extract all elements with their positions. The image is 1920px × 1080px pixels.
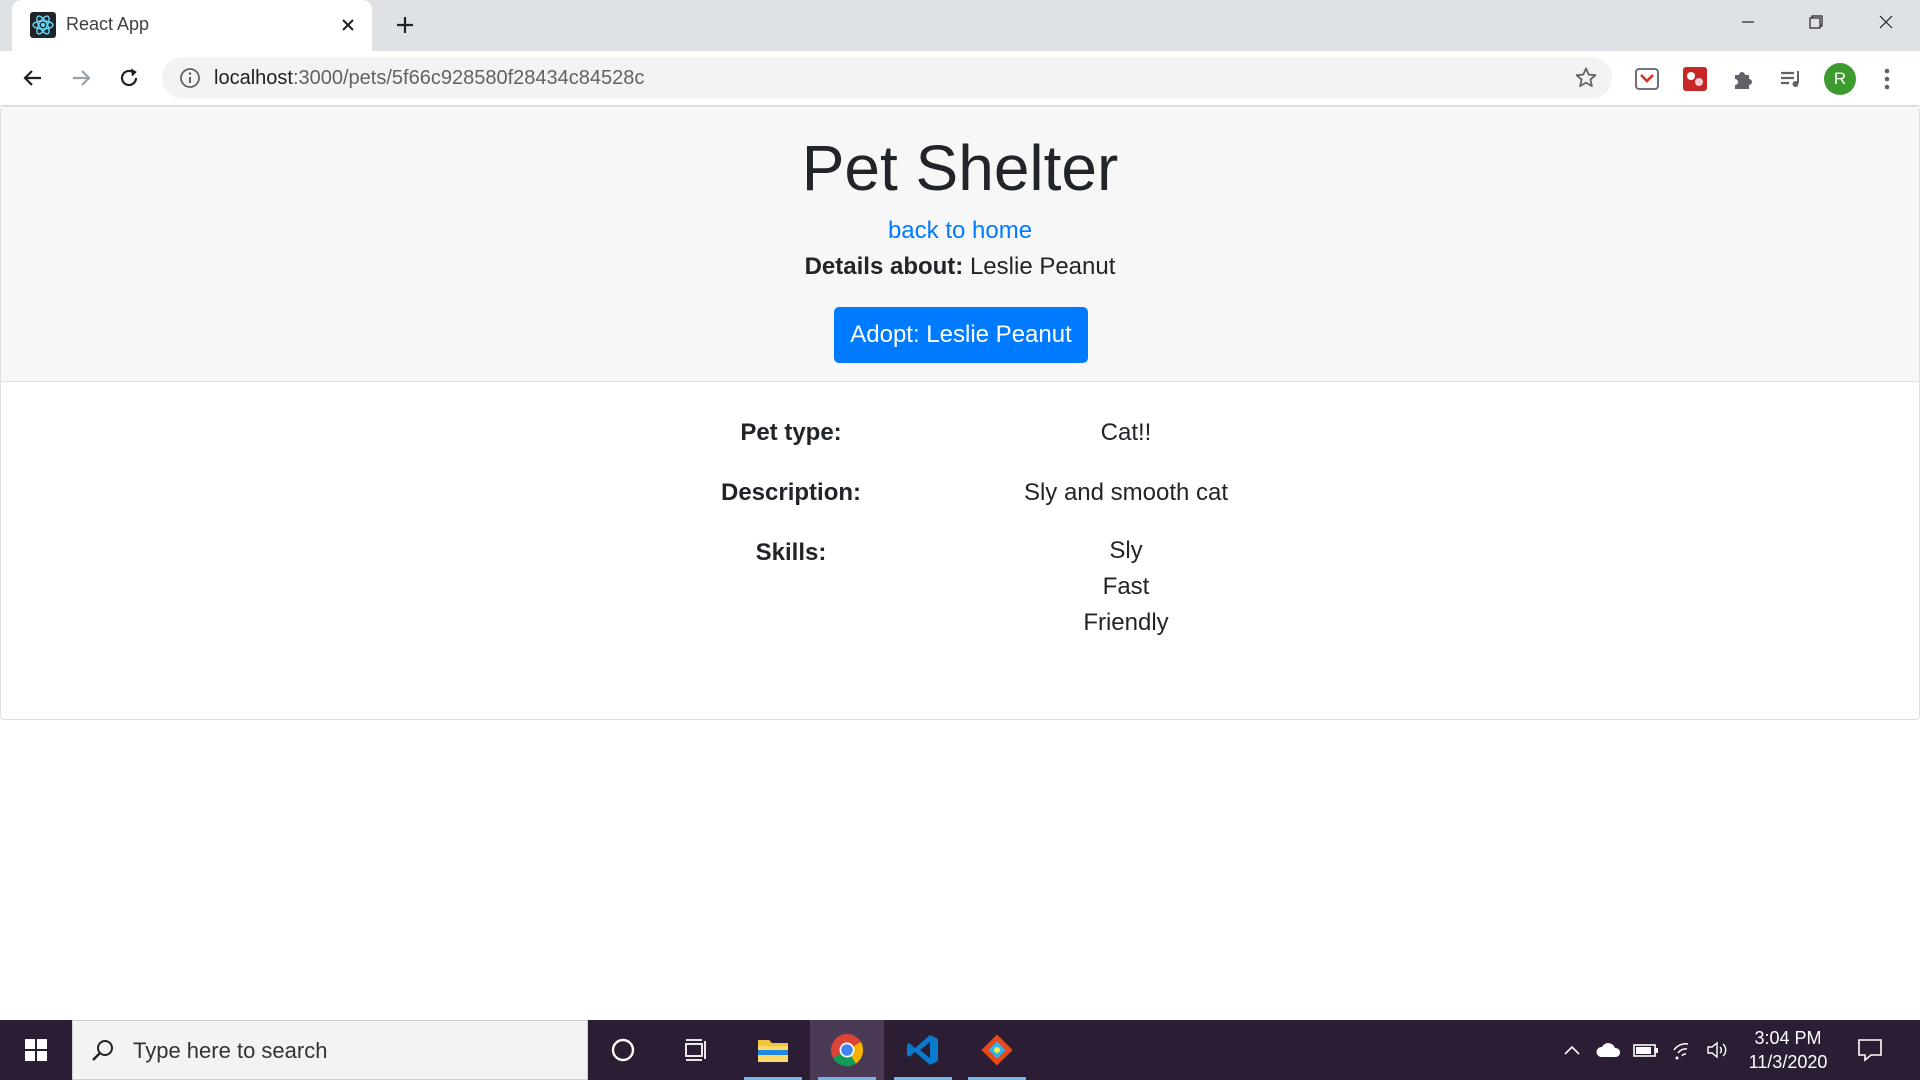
clock-time: 3:04 PM <box>1754 1028 1822 1048</box>
tab-strip: React App <box>0 0 1920 51</box>
list-item: Fast <box>1102 573 1150 600</box>
chrome-icon[interactable] <box>810 1020 884 1080</box>
description-label: Description: <box>720 479 861 506</box>
details-label: Details about: <box>804 253 964 280</box>
pocket-icon[interactable] <box>1632 64 1662 94</box>
restore-icon[interactable] <box>1782 0 1850 44</box>
browser-toolbar: localhost:3000/pets/5f66c928580f28434c84… <box>0 51 1920 106</box>
address-bar[interactable]: localhost:3000/pets/5f66c928580f28434c84… <box>162 57 1612 99</box>
info-icon[interactable] <box>178 66 202 90</box>
browser-tab[interactable]: React App <box>12 0 372 51</box>
task-view-icon[interactable] <box>660 1020 734 1080</box>
plus-icon[interactable] <box>390 10 420 40</box>
url-text[interactable]: localhost:3000/pets/5f66c928580f28434c84… <box>214 67 644 90</box>
notification-icon[interactable] <box>1856 1036 1884 1064</box>
forward-icon[interactable] <box>62 59 100 97</box>
list-item: Sly <box>1109 537 1143 564</box>
windows-icon[interactable] <box>0 1020 72 1080</box>
pet-type-label: Pet type: <box>740 419 842 446</box>
extension-icon[interactable] <box>1680 64 1710 94</box>
list-item: Friendly <box>1083 609 1169 636</box>
star-icon[interactable] <box>1574 66 1598 90</box>
onedrive-icon[interactable] <box>1594 1036 1622 1064</box>
skills-label: Skills: <box>755 539 827 566</box>
reload-icon[interactable] <box>110 59 148 97</box>
search-placeholder: Type here to search <box>133 1038 328 1063</box>
clock-date: 11/3/2020 <box>1748 1052 1828 1072</box>
media-icon[interactable] <box>1776 64 1806 94</box>
system-clock[interactable]: 3:04 PM 11/3/2020 <box>1728 1026 1848 1074</box>
tab-title: React App <box>66 14 150 34</box>
description-value: Sly and smooth cat <box>1023 479 1229 506</box>
battery-icon[interactable] <box>1632 1036 1660 1064</box>
page-title: Pet Shelter <box>801 132 1119 204</box>
minimize-icon[interactable] <box>1714 0 1782 44</box>
wifi-icon[interactable] <box>1670 1036 1698 1064</box>
card-header: Pet Shelter back to home Details about: … <box>1 107 1919 382</box>
close-icon[interactable] <box>334 11 362 39</box>
pet-type-value: Cat!! <box>1100 419 1152 446</box>
url-host: localhost <box>214 67 293 89</box>
page-viewport: Pet Shelter back to home Details about: … <box>0 106 1920 1020</box>
pet-name: Leslie Peanut <box>969 253 1116 280</box>
react-icon <box>30 12 56 38</box>
avatar[interactable]: R <box>1824 63 1856 95</box>
vscode-icon[interactable] <box>886 1020 960 1080</box>
chevron-up-icon[interactable] <box>1558 1036 1586 1064</box>
menu-icon[interactable] <box>1872 64 1902 94</box>
close-window-icon[interactable] <box>1852 0 1920 44</box>
cortana-icon[interactable] <box>586 1020 660 1080</box>
adopt-button[interactable]: Adopt: Leslie Peanut <box>834 307 1088 363</box>
puzzle-icon[interactable] <box>1728 64 1758 94</box>
taskbar: Type here to search 3:04 PM 11/3/2020 <box>0 1020 1920 1080</box>
taskbar-search-box[interactable]: Type here to search <box>72 1020 588 1080</box>
back-icon[interactable] <box>14 59 52 97</box>
details-heading: Details about: Leslie Peanut <box>1 253 1919 281</box>
skills-list: Sly Fast Friendly <box>961 533 1291 641</box>
pet-card: Pet Shelter back to home Details about: … <box>0 106 1920 720</box>
search-icon <box>89 1037 117 1065</box>
git-icon[interactable] <box>960 1020 1034 1080</box>
file-explorer-icon[interactable] <box>736 1020 810 1080</box>
back-home-link[interactable]: back to home <box>1 217 1919 245</box>
url-path: :3000/pets/5f66c928580f28434c84528c <box>292 67 645 89</box>
